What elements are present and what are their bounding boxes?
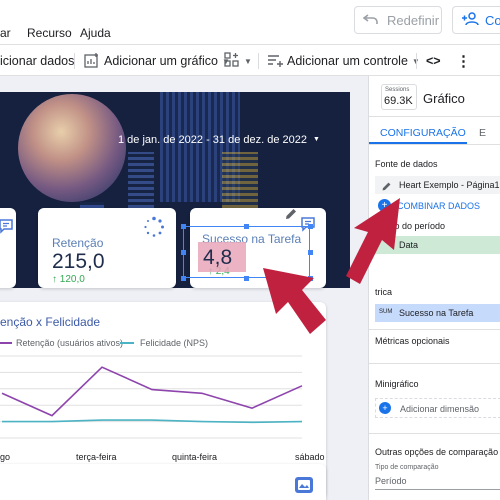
more-options-button[interactable]: ⋮ [456,45,471,77]
menu-bar: ar Recurso Ajuda Redefinir Co [0,0,500,44]
add-component-button[interactable]: ▼ [224,45,252,77]
toolbar-divider [74,53,75,69]
tab-style[interactable]: E [479,127,486,139]
toolbar-divider [258,53,259,69]
properties-panel: Sessions 69.3K Gráfico CONFIGURAÇÃO E Fo… [368,76,500,500]
add-chart-icon [84,52,100,71]
kpi-label: Retenção [52,236,104,250]
report-canvas[interactable]: 1 de jan. de 2022 - 31 de dez. de 2022 ▼… [0,76,368,500]
resize-handle[interactable] [181,250,186,255]
more-vert-icon: ⋮ [456,53,471,70]
add-data-button[interactable]: icionar dados [0,45,74,77]
component-grid-icon [224,51,240,71]
kpi-value: 215,0 [52,250,105,273]
share-button[interactable]: Co [452,6,500,34]
comment-icon [0,218,14,239]
code-icon: <> [426,54,441,68]
x-tick-label: sábado [295,452,325,462]
x-tick-label: go [0,452,11,462]
resize-handle[interactable] [181,224,186,229]
chart-type-thumbnail[interactable]: Sessions 69.3K [381,84,417,110]
edit-pencil-icon[interactable] [284,207,298,226]
tab-configuration[interactable]: CONFIGURAÇÃO [380,127,466,139]
divider [369,329,500,330]
combine-data-link[interactable]: COMBINAR DADOS [397,201,480,211]
toolbar: icionar dados Adicionar um gráfico ▼ ▼ A… [0,44,500,76]
resize-handle[interactable] [181,276,186,281]
chevron-down-icon[interactable]: ▼ [313,136,320,143]
add-control-icon [267,53,283,70]
add-control-label: Adicionar um controle [287,54,408,68]
data-source-value: Heart Exemplo - Página1 [399,180,500,190]
loading-spinner-icon [143,216,165,243]
undo-icon [362,13,379,28]
series-line-retention [1,366,303,417]
comparison-type-select[interactable]: Período [375,476,407,486]
code-embed-button[interactable]: <> [426,45,441,77]
metric-title: trica [375,287,393,297]
metric-chip[interactable]: SUM Sucesso na Tarefa [375,304,500,322]
annotation-arrow [346,198,400,284]
chart-kind-title: Gráfico [423,91,465,106]
legend-swatch-happiness [120,342,134,344]
legend-label: Felicidade (NPS) [140,338,209,348]
divider [369,116,500,117]
toolbar-divider [416,53,417,69]
optional-metrics-title[interactable]: Métricas opcionais [375,336,450,346]
comparison-options-title: Outras opções de comparação [375,447,499,457]
sparkline-title: Minigráfico [375,379,419,389]
chart-title: enção x Felicidade [0,315,101,329]
legend-swatch-retention [0,342,12,344]
edit-pencil-icon[interactable] [381,179,392,197]
line-chart-plot [0,355,303,439]
thumbnail-value: 69.3K [384,95,413,107]
thumbnail-label: Sessions [385,87,410,93]
add-person-icon [461,11,479,29]
select-underline [375,489,500,490]
kpi-delta: ↑ 120,0 [52,274,85,285]
bottom-card[interactable] [0,464,326,500]
metric-value: Sucesso na Tarefa [399,308,474,318]
reset-label: Redefinir [387,12,440,28]
add-chart-label: Adicionar um gráfico [104,54,218,68]
image-icon [294,476,314,499]
add-icon: + [379,402,391,414]
add-control-button[interactable]: Adicionar um controle ▼ [267,45,420,77]
menu-item-insert[interactable]: ar [0,26,11,40]
add-dimension-label: Adicionar dimensão [400,404,480,414]
reset-button[interactable]: Redefinir [354,6,442,34]
menu-item-help[interactable]: Ajuda [80,26,111,40]
share-label: Co [485,12,500,28]
divider [369,363,500,364]
resize-handle[interactable] [244,224,249,229]
data-source-field[interactable]: Heart Exemplo - Página1 [375,176,500,194]
x-tick-label: terça-feira [76,452,117,462]
data-source-title: Fonte de dados [375,159,438,169]
add-dimension-field[interactable]: + Adicionar dimensão [375,398,500,418]
x-tick-label: quinta-feira [172,452,218,462]
decorative-sphere-image [18,94,126,202]
resize-handle[interactable] [244,276,249,281]
add-chart-button[interactable]: Adicionar um gráfico ▼ [84,45,230,77]
date-range-control[interactable]: 1 de jan. de 2022 - 31 de dez. de 2022 [118,134,307,146]
chevron-down-icon: ▼ [244,56,252,66]
divider [369,144,500,145]
aggregation-badge[interactable]: SUM [379,309,392,315]
add-data-label: icionar dados [0,54,75,68]
kpi-card-retention[interactable]: Retenção 215,0 ↑ 120,0 [38,208,176,288]
legend-label: Retenção (usuários ativos) [16,338,124,348]
menu-item-resource[interactable]: Recurso [27,26,72,40]
divider [369,433,500,434]
kpi-card-partial[interactable] [0,208,16,288]
resize-handle[interactable] [308,250,313,255]
annotation-arrow [263,268,326,334]
comparison-type-label: Tipo de comparação [375,464,439,471]
resize-handle[interactable] [308,224,313,229]
